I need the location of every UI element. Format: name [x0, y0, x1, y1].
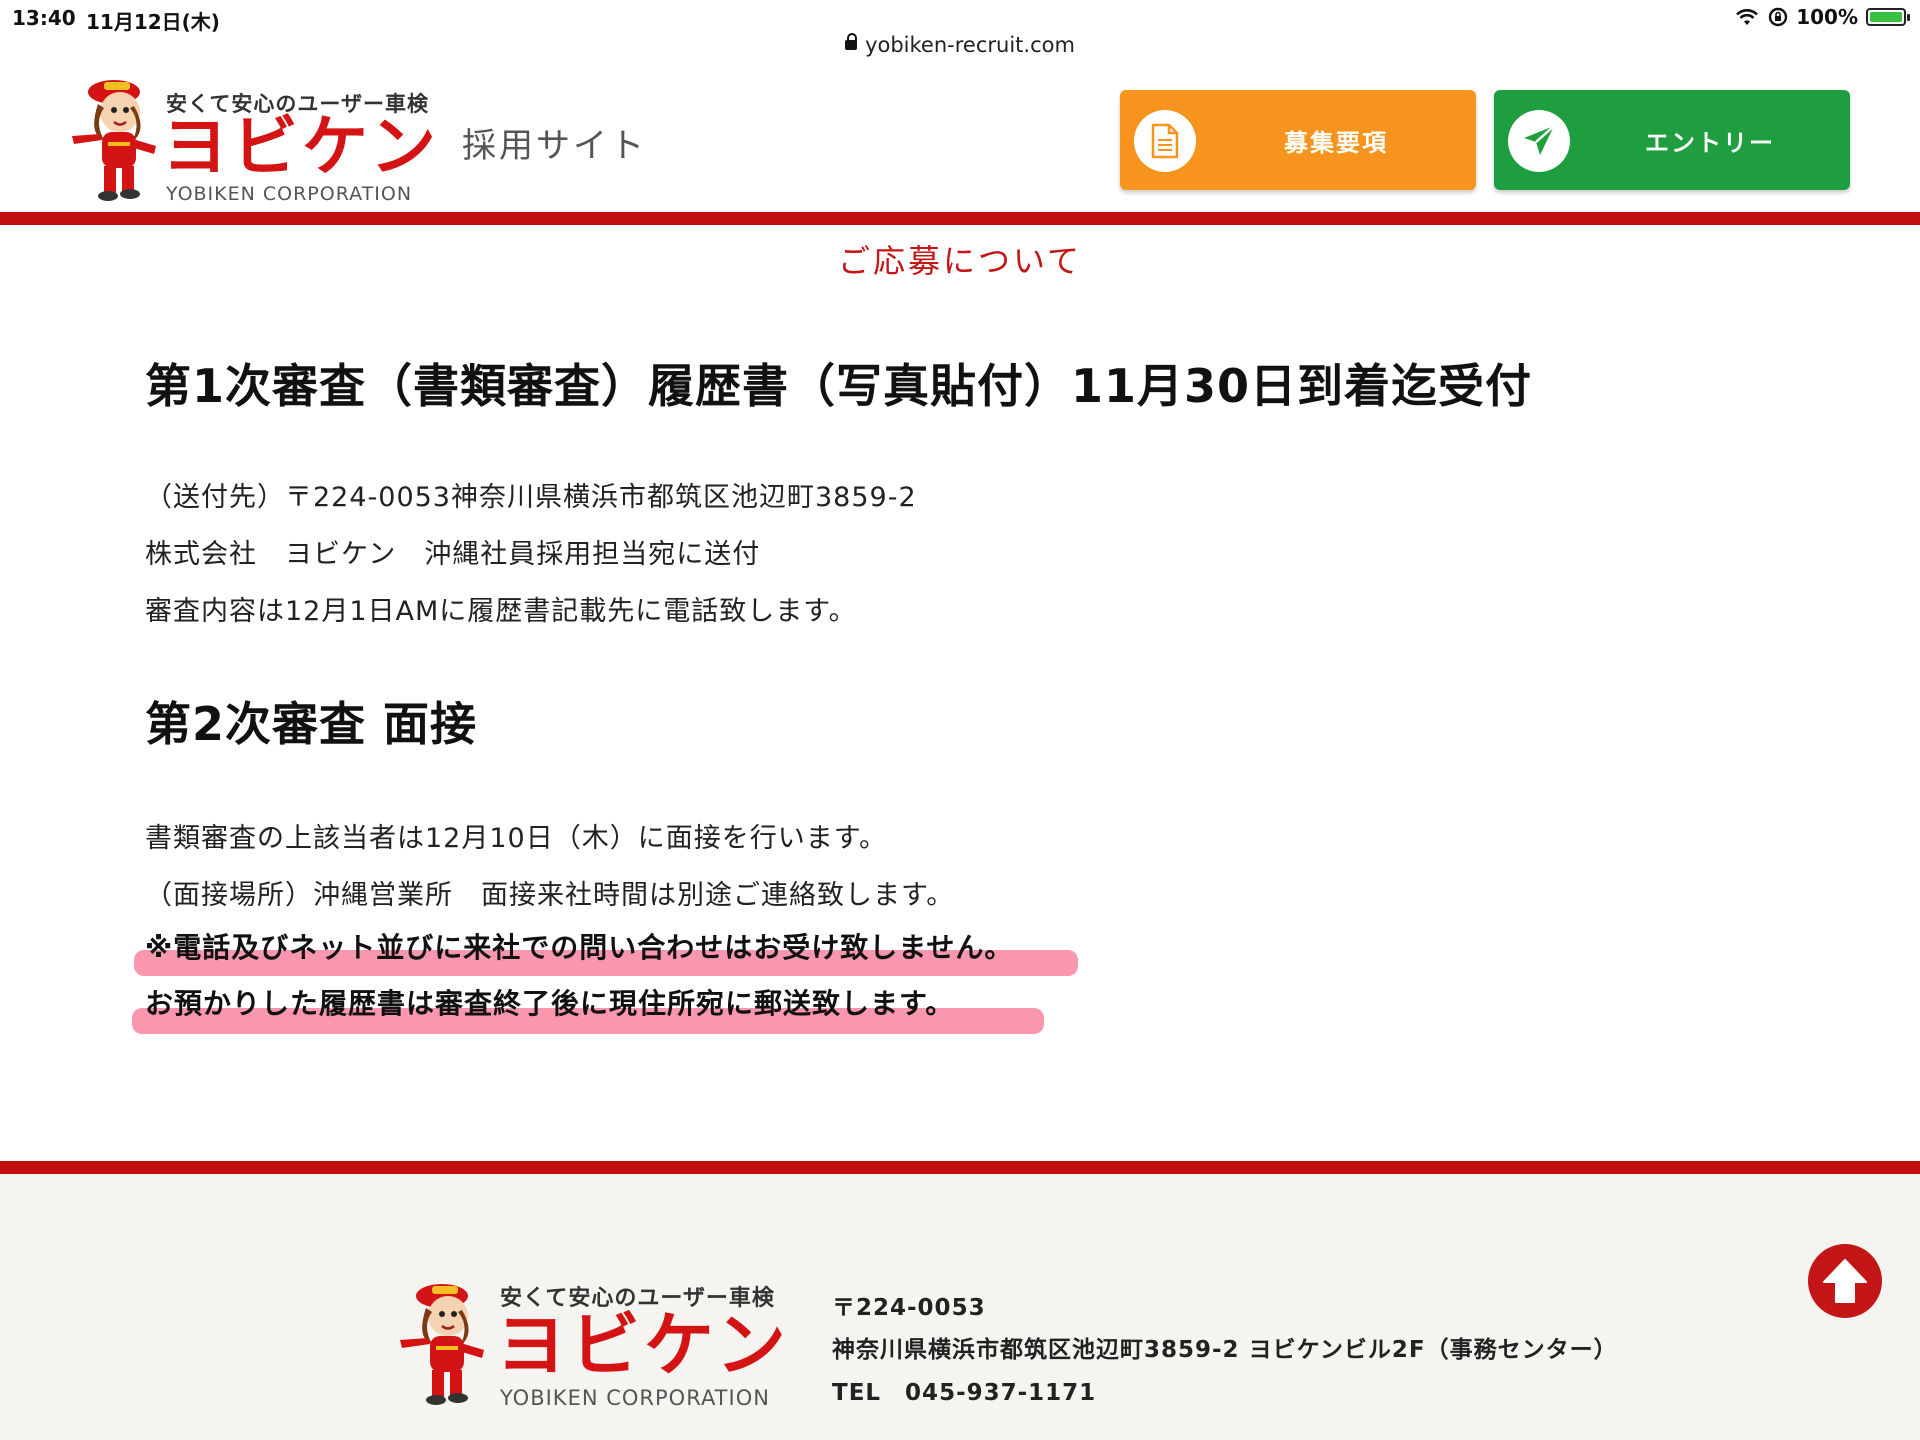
footer-rule — [0, 1161, 1920, 1174]
footer-logo[interactable]: 安くて安心のユーザー車検 ヨビケン YOBIKEN CORPORATION — [392, 1268, 802, 1418]
section-caption: ご応募について — [837, 242, 1083, 280]
stage2-line-date: 書類審査の上該当者は12月10日（木）に面接を行います。 — [145, 823, 888, 854]
lock-icon — [845, 33, 858, 50]
footer-logo-corp: YOBIKEN CORPORATION — [500, 1386, 770, 1410]
url-bar[interactable]: yobiken-recruit.com — [0, 33, 1920, 57]
requirements-button[interactable]: 募集要項 — [1120, 90, 1476, 190]
footer-postal: 〒224-0053 — [832, 1295, 986, 1321]
stage1-line-recipient: 株式会社 ヨビケン 沖縄社員採用担当宛に送付 — [145, 539, 761, 570]
site-header: 安くて安心のユーザー車検 ヨビケン YOBIKEN CORPORATION 採用… — [0, 70, 1920, 212]
url-text: yobiken-recruit.com — [865, 33, 1075, 57]
back-to-top-button[interactable] — [1808, 1244, 1882, 1318]
requirements-button-label: 募集要項 — [1284, 128, 1388, 157]
battery-level — [1870, 12, 1902, 22]
footer-logo-name: ヨビケン — [496, 1304, 790, 1386]
battery-percent: 100% — [1796, 5, 1858, 29]
footer-address: 神奈川県横浜市都筑区池辺町3859-2 ヨビケンビル2F（事務センター） — [832, 1337, 1618, 1363]
status-date: 11月12日(木) — [86, 10, 220, 34]
wifi-icon — [1736, 9, 1759, 25]
paper-plane-icon — [1508, 110, 1570, 172]
note-resume-return: お預かりした履歴書は審査終了後に現住所宛に郵送致します。 — [145, 987, 955, 1020]
header-rule — [0, 212, 1920, 225]
arrow-up-icon — [1823, 1259, 1867, 1303]
entry-button[interactable]: エントリー — [1494, 90, 1850, 190]
header-logo[interactable]: 安くて安心のユーザー車検 ヨビケン YOBIKEN CORPORATION — [64, 74, 436, 208]
rotation-lock-icon — [1769, 7, 1788, 27]
note-no-inquiries: ※電話及びネット並びに来社での問い合わせはお受け致しません。 — [145, 931, 1014, 964]
footer: 安くて安心のユーザー車検 ヨビケン YOBIKEN CORPORATION 〒2… — [0, 1174, 1920, 1440]
document-icon — [1134, 110, 1196, 172]
footer-tel: TEL 045-937-1171 — [832, 1380, 1097, 1406]
battery-icon — [1866, 8, 1910, 26]
stage1-heading: 第1次審査（書類審査）履歴書（写真貼付）11月30日到着迄受付 — [145, 359, 1533, 413]
status-indicators: 100% — [1734, 5, 1910, 29]
stage2-line-place: （面接場所）沖縄営業所 面接来社時間は別途ご連絡致します。 — [145, 880, 955, 911]
stage1-line-address: （送付先）〒224-0053神奈川県横浜市都筑区池辺町3859-2 — [145, 482, 917, 513]
logo-name: ヨビケン — [162, 108, 441, 185]
entry-button-label: エントリー — [1645, 128, 1775, 157]
mascot-icon — [400, 1284, 484, 1405]
site-subtitle: 採用サイト — [462, 126, 647, 166]
status-time: 13:40 — [12, 6, 76, 30]
mascot-icon — [72, 80, 156, 201]
logo-corp: YOBIKEN CORPORATION — [166, 183, 413, 205]
status-bar: 13:40 11月12日(木) 100% yobiken-recruit.com — [0, 0, 1920, 71]
stage2-heading: 第2次審査 面接 — [145, 697, 478, 751]
stage1-line-schedule: 審査内容は12月1日AMに履歴書記載先に電話致します。 — [145, 596, 857, 627]
